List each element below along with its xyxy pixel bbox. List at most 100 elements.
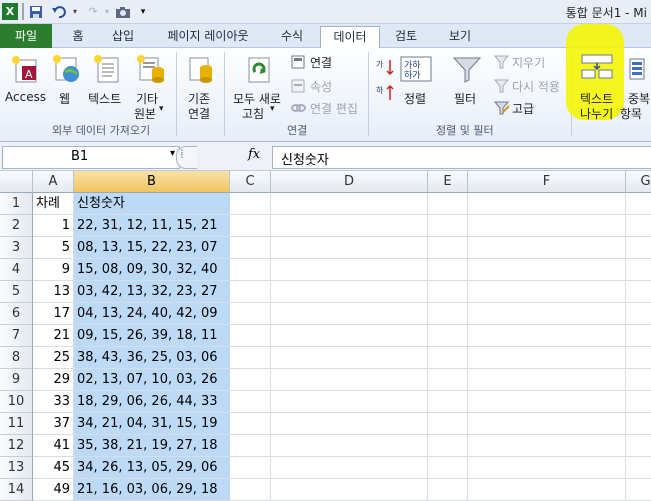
cell-f2[interactable] <box>468 215 626 237</box>
cell-g13[interactable] <box>626 457 651 479</box>
worksheet-grid[interactable]: A B C D E F G 1 차례 신청숫자 2 1 22, 31, 12, 11, 1… <box>0 171 651 501</box>
cell-d6[interactable] <box>271 303 428 325</box>
cell-a1[interactable]: 차례 <box>33 193 74 215</box>
cell-e12[interactable] <box>428 435 468 457</box>
tab-formulas[interactable]: 수식 <box>272 26 312 48</box>
cell-c10[interactable] <box>230 391 271 413</box>
customize-toolbar-icon[interactable]: ▾ <box>138 3 148 20</box>
existing-connections-button-line2[interactable]: 연결 <box>188 105 210 122</box>
column-header-d[interactable]: D <box>271 171 428 193</box>
tab-insert[interactable]: 삽입 <box>104 26 142 48</box>
column-header-a[interactable]: A <box>33 171 74 193</box>
cell-e9[interactable] <box>428 369 468 391</box>
cell-d10[interactable] <box>271 391 428 413</box>
remove-duplicates-button-line2[interactable]: 항목 <box>620 105 642 122</box>
sort-dialog-icon[interactable]: 가하 하가 <box>400 56 434 85</box>
row-header[interactable]: 11 <box>0 413 33 435</box>
cell-a4[interactable]: 9 <box>33 259 74 281</box>
cell-d2[interactable] <box>271 215 428 237</box>
cell-g9[interactable] <box>626 369 651 391</box>
undo-icon[interactable] <box>50 3 70 20</box>
cell-a2[interactable]: 1 <box>33 215 74 237</box>
refresh-dropdown-icon[interactable]: ▾ <box>270 104 275 114</box>
name-box[interactable]: B1 ▾ <box>2 146 180 169</box>
cell-c11[interactable] <box>230 413 271 435</box>
cell-e3[interactable] <box>428 237 468 259</box>
row-header[interactable]: 3 <box>0 237 33 259</box>
cell-c7[interactable] <box>230 325 271 347</box>
cell-d13[interactable] <box>271 457 428 479</box>
text-file-icon[interactable] <box>92 54 122 87</box>
cell-e1[interactable] <box>428 193 468 215</box>
tab-review[interactable]: 검토 <box>386 26 426 48</box>
row-header[interactable]: 2 <box>0 215 33 237</box>
cell-a6[interactable]: 17 <box>33 303 74 325</box>
cell-e7[interactable] <box>428 325 468 347</box>
access-icon[interactable]: A <box>10 54 40 87</box>
cell-g2[interactable] <box>626 215 651 237</box>
row-header[interactable]: 12 <box>0 435 33 457</box>
cell-d11[interactable] <box>271 413 428 435</box>
other-sources-button-line2[interactable]: 원본 <box>134 105 156 122</box>
cell-e10[interactable] <box>428 391 468 413</box>
cell-d3[interactable] <box>271 237 428 259</box>
cell-b3[interactable]: 08, 13, 15, 22, 23, 07 <box>74 237 230 259</box>
sort-ascending-icon[interactable]: 가 <box>376 58 396 79</box>
advanced-button[interactable]: 고급 <box>512 100 534 117</box>
cell-a7[interactable]: 21 <box>33 325 74 347</box>
cell-g8[interactable] <box>626 347 651 369</box>
cell-a13[interactable]: 45 <box>33 457 74 479</box>
cell-f6[interactable] <box>468 303 626 325</box>
reapply-icon[interactable] <box>493 78 510 97</box>
sort-button[interactable]: 정렬 <box>404 90 426 107</box>
cell-g10[interactable] <box>626 391 651 413</box>
column-header-g[interactable]: G <box>626 171 651 193</box>
cell-f12[interactable] <box>468 435 626 457</box>
row-header[interactable]: 9 <box>0 369 33 391</box>
cell-b12[interactable]: 35, 38, 21, 19, 27, 18 <box>74 435 230 457</box>
cell-c9[interactable] <box>230 369 271 391</box>
cell-g1[interactable] <box>626 193 651 215</box>
tab-file[interactable]: 파일 <box>0 24 52 48</box>
cell-c2[interactable] <box>230 215 271 237</box>
cell-b5[interactable]: 03, 42, 13, 32, 23, 27 <box>74 281 230 303</box>
cell-c13[interactable] <box>230 457 271 479</box>
cell-b8[interactable]: 38, 43, 36, 25, 03, 06 <box>74 347 230 369</box>
connections-button[interactable]: 연결 <box>310 54 332 71</box>
cell-g7[interactable] <box>626 325 651 347</box>
cell-g6[interactable] <box>626 303 651 325</box>
cell-b6[interactable]: 04, 13, 24, 40, 42, 09 <box>74 303 230 325</box>
camera-icon[interactable] <box>114 3 132 20</box>
filter-icon[interactable] <box>452 54 482 87</box>
tab-home[interactable]: 홈 <box>64 26 92 48</box>
reapply-button[interactable]: 다시 적용 <box>512 78 560 95</box>
cell-f5[interactable] <box>468 281 626 303</box>
column-header-e[interactable]: E <box>428 171 468 193</box>
tab-data[interactable]: 데이터 <box>320 26 380 50</box>
cell-b11[interactable]: 34, 21, 04, 31, 15, 19 <box>74 413 230 435</box>
row-header[interactable]: 10 <box>0 391 33 413</box>
remove-duplicates-icon[interactable] <box>629 58 651 85</box>
connections-icon[interactable] <box>290 54 306 73</box>
filter-button[interactable]: 필터 <box>454 90 476 107</box>
clear-button[interactable]: 지우기 <box>512 54 545 71</box>
cell-a10[interactable]: 33 <box>33 391 74 413</box>
cell-b10[interactable]: 18, 29, 06, 26, 44, 33 <box>74 391 230 413</box>
cell-c4[interactable] <box>230 259 271 281</box>
cell-f1[interactable] <box>468 193 626 215</box>
row-header[interactable]: 7 <box>0 325 33 347</box>
access-button[interactable]: Access <box>5 90 46 104</box>
save-icon[interactable] <box>28 3 44 20</box>
cell-g11[interactable] <box>626 413 651 435</box>
column-header-c[interactable]: C <box>230 171 271 193</box>
cell-g4[interactable] <box>626 259 651 281</box>
refresh-all-button-line2[interactable]: 고침 <box>242 105 264 122</box>
cell-a11[interactable]: 37 <box>33 413 74 435</box>
web-button[interactable]: 웹 <box>59 90 70 107</box>
undo-dropdown-icon[interactable]: ▾ <box>70 3 80 20</box>
cell-f7[interactable] <box>468 325 626 347</box>
cell-e4[interactable] <box>428 259 468 281</box>
cell-c12[interactable] <box>230 435 271 457</box>
text-to-columns-icon[interactable] <box>580 52 614 85</box>
name-box-dropdown-icon[interactable]: ▾ <box>170 148 175 159</box>
